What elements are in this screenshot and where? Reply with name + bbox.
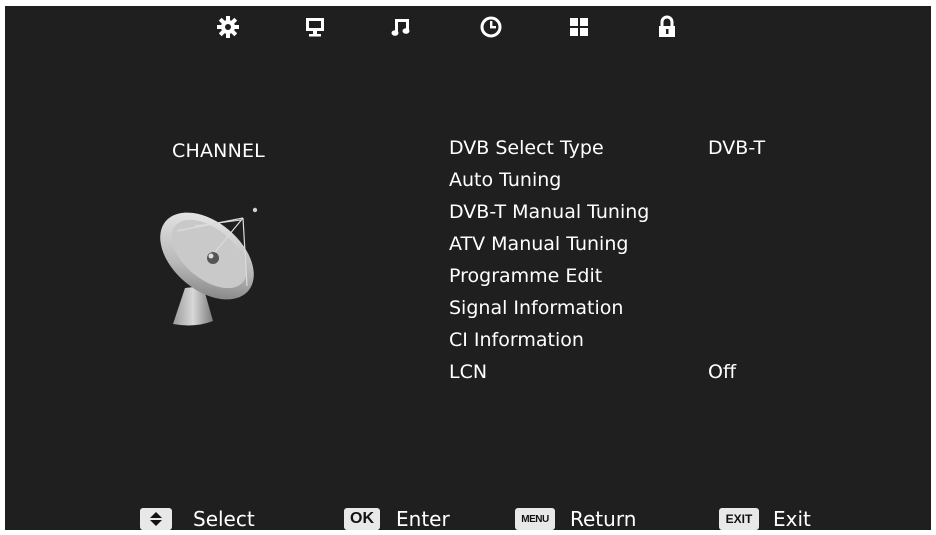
hint-select-label: Select — [193, 507, 255, 531]
footer-hints: Select OK Enter MENU Return EXIT Exit — [5, 502, 931, 531]
menu-value-dvb-select-type: DVB-T — [708, 137, 766, 159]
clock-icon[interactable] — [478, 14, 504, 40]
monitor-icon[interactable] — [302, 14, 328, 40]
menu-item-auto-tuning[interactable]: Auto Tuning — [449, 169, 561, 191]
grid-icon[interactable] — [566, 14, 592, 40]
hint-enter-label: Enter — [396, 507, 450, 531]
menu-item-programme-edit[interactable]: Programme Edit — [449, 265, 602, 287]
menu-item-lcn[interactable]: LCN — [449, 361, 487, 383]
menu-item-dvbt-manual-tuning[interactable]: DVB-T Manual Tuning — [449, 201, 649, 223]
menu-key-badge: MENU — [515, 508, 555, 530]
gear-icon[interactable] — [215, 14, 241, 40]
menu-item-dvb-select-type[interactable]: DVB Select Type — [449, 137, 604, 159]
menu-item-ci-information[interactable]: CI Information — [449, 329, 584, 351]
lock-icon[interactable] — [654, 14, 680, 40]
tv-screen: CHANNEL DVB Select Type DVB-T Auto Tunin… — [0, 0, 936, 535]
hint-return-label: Return — [570, 507, 637, 531]
menu-value-lcn: Off — [708, 361, 737, 383]
osd-panel: CHANNEL DVB Select Type DVB-T Auto Tunin… — [5, 6, 931, 531]
exit-key-badge: EXIT — [719, 508, 759, 530]
music-icon[interactable] — [388, 14, 414, 40]
updown-icon — [140, 508, 172, 530]
section-title: CHANNEL — [172, 140, 265, 162]
ok-key-badge: OK — [344, 508, 380, 530]
satellite-dish-icon — [155, 196, 270, 335]
hint-exit-label: Exit — [773, 507, 811, 531]
menu-item-signal-information[interactable]: Signal Information — [449, 297, 623, 319]
menu-item-atv-manual-tuning[interactable]: ATV Manual Tuning — [449, 233, 628, 255]
